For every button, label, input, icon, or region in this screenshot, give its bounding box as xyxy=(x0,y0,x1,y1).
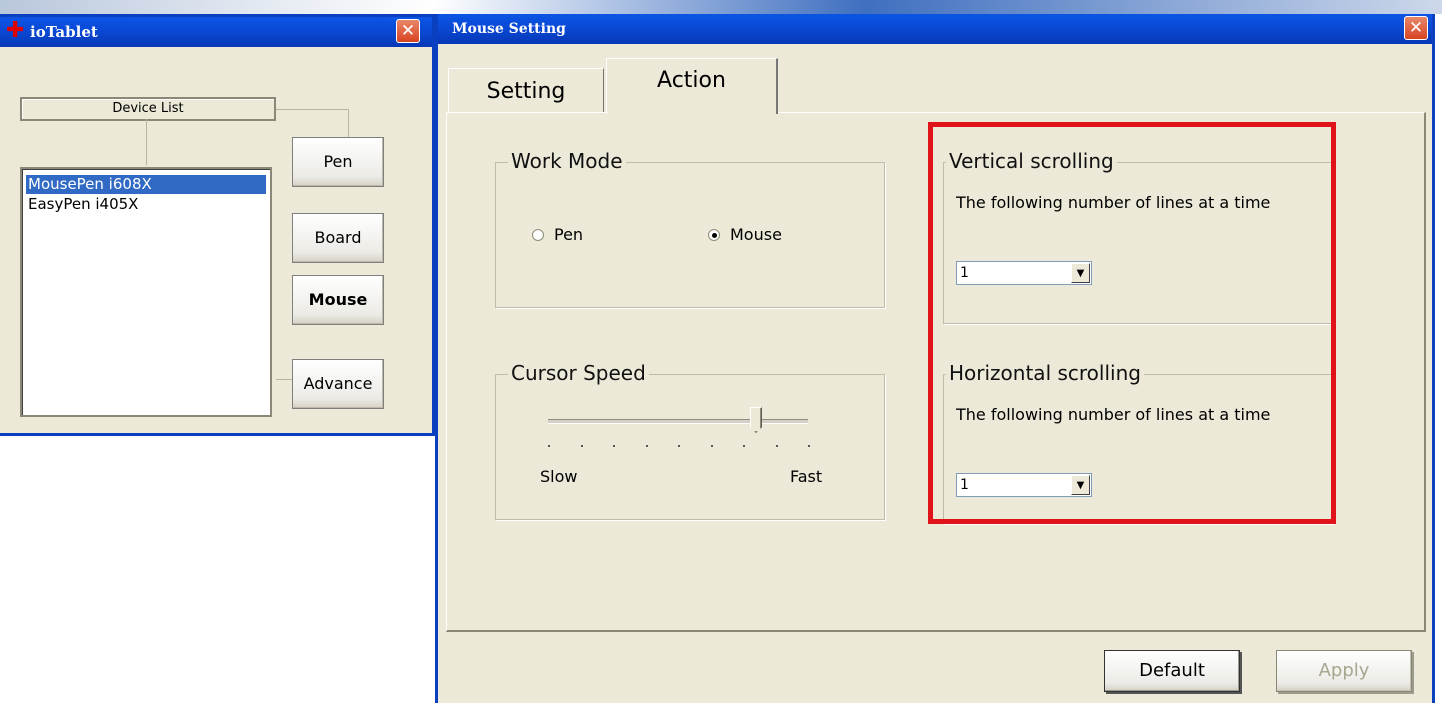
nav-button-advance[interactable]: Advance xyxy=(292,359,384,409)
tab-setting[interactable]: Setting xyxy=(448,68,604,112)
device-list[interactable]: MousePen i608X EasyPen i405X xyxy=(20,167,272,417)
nav-button-pen[interactable]: Pen xyxy=(292,137,384,187)
work-mode-mouse-label[interactable]: Mouse xyxy=(730,225,782,244)
cursor-speed-group: Cursor Speed Slow Fast xyxy=(495,361,885,520)
nav-button-mouse[interactable]: Mouse xyxy=(292,275,384,325)
slider-tick xyxy=(743,445,745,447)
tree-connector xyxy=(276,109,348,110)
cursor-speed-fast-label: Fast xyxy=(790,467,823,486)
slider-tick xyxy=(776,445,778,447)
mouse-setting-title: Mouse Setting xyxy=(452,21,566,37)
tree-connector xyxy=(146,119,147,165)
highlight-box xyxy=(928,122,1336,524)
work-mode-pen-radio[interactable] xyxy=(532,229,544,241)
cursor-speed-slider-thumb[interactable] xyxy=(750,407,762,433)
close-icon: ✕ xyxy=(400,21,416,41)
work-mode-mouse-radio[interactable] xyxy=(708,229,720,241)
work-mode-pen-label[interactable]: Pen xyxy=(554,225,583,244)
desktop-background-strip xyxy=(0,0,1442,14)
apply-button[interactable]: Apply xyxy=(1276,650,1412,692)
mouse-setting-close-button[interactable]: ✕ xyxy=(1404,16,1428,40)
slider-tick xyxy=(711,445,713,447)
nav-button-board[interactable]: Board xyxy=(292,213,384,263)
iotablet-title: ioTablet xyxy=(30,23,98,41)
close-icon: ✕ xyxy=(1408,18,1424,38)
iotablet-titlebar[interactable]: ✚ ioTablet ✕ xyxy=(0,17,432,47)
device-list-item[interactable]: MousePen i608X xyxy=(26,175,266,194)
default-button[interactable]: Default xyxy=(1104,650,1240,692)
tree-connector xyxy=(276,379,292,380)
mouse-setting-titlebar[interactable]: Mouse Setting ✕ xyxy=(438,14,1432,44)
tablet-logo-icon: ✚ xyxy=(6,18,25,43)
work-mode-group: Work Mode Pen Mouse xyxy=(495,149,885,308)
slider-tick xyxy=(581,445,583,447)
device-list-header: Device List xyxy=(20,97,276,121)
iotablet-close-button[interactable]: ✕ xyxy=(396,19,420,43)
slider-tick xyxy=(646,445,648,447)
cursor-speed-slider-track[interactable] xyxy=(548,419,808,424)
cursor-speed-label: Cursor Speed xyxy=(508,361,649,385)
slider-tick xyxy=(613,445,615,447)
slider-tick xyxy=(808,445,810,447)
cursor-speed-slow-label: Slow xyxy=(540,467,578,486)
slider-tick xyxy=(548,445,550,447)
work-mode-label: Work Mode xyxy=(508,149,626,173)
tab-action[interactable]: Action xyxy=(606,58,778,114)
slider-tick xyxy=(678,445,680,447)
iotablet-window: ✚ ioTablet ✕ Device List MousePen i608X E… xyxy=(0,14,435,436)
device-list-item[interactable]: EasyPen i405X xyxy=(26,195,266,214)
mouse-setting-window: Mouse Setting ✕ Setting Action Work Mode… xyxy=(435,14,1435,703)
